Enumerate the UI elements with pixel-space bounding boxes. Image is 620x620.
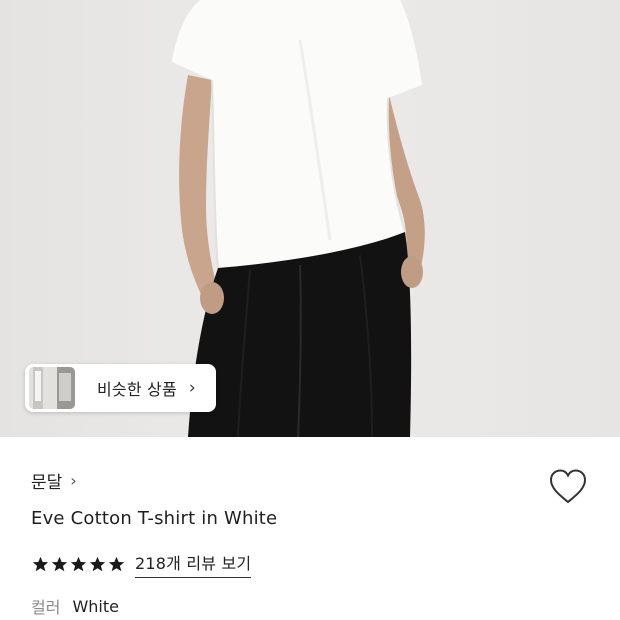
brand-link[interactable]: 문달 › (31, 468, 77, 493)
heart-outline-icon[interactable] (549, 469, 587, 505)
star-filled-icon (108, 556, 125, 571)
star-filled-icon (32, 556, 49, 571)
star-filled-icon (70, 556, 87, 571)
star-filled-icon (89, 556, 106, 571)
color-option: 컬러 White (31, 594, 119, 618)
rating-stars (32, 556, 125, 573)
chevron-right-icon: › (188, 378, 196, 398)
rating-row: 218개 리뷰 보기 (32, 550, 252, 578)
reviews-link[interactable]: 218개 리뷰 보기 (135, 550, 252, 578)
product-image[interactable]: 비슷한 상품 › (0, 0, 620, 437)
product-title: Eve Cotton T-shirt in White (31, 508, 278, 529)
brand-name: 문달 (31, 473, 63, 493)
similar-products-button[interactable]: 비슷한 상품 › (25, 364, 216, 412)
similar-thumbnail-image (29, 367, 75, 409)
chevron-right-icon: › (70, 471, 77, 490)
option-value: White (72, 596, 119, 616)
similar-product-thumbnail (29, 367, 75, 409)
star-filled-icon (51, 556, 68, 571)
option-label: 컬러 (31, 598, 61, 617)
similar-products-label: 비슷한 상품 (97, 380, 177, 399)
